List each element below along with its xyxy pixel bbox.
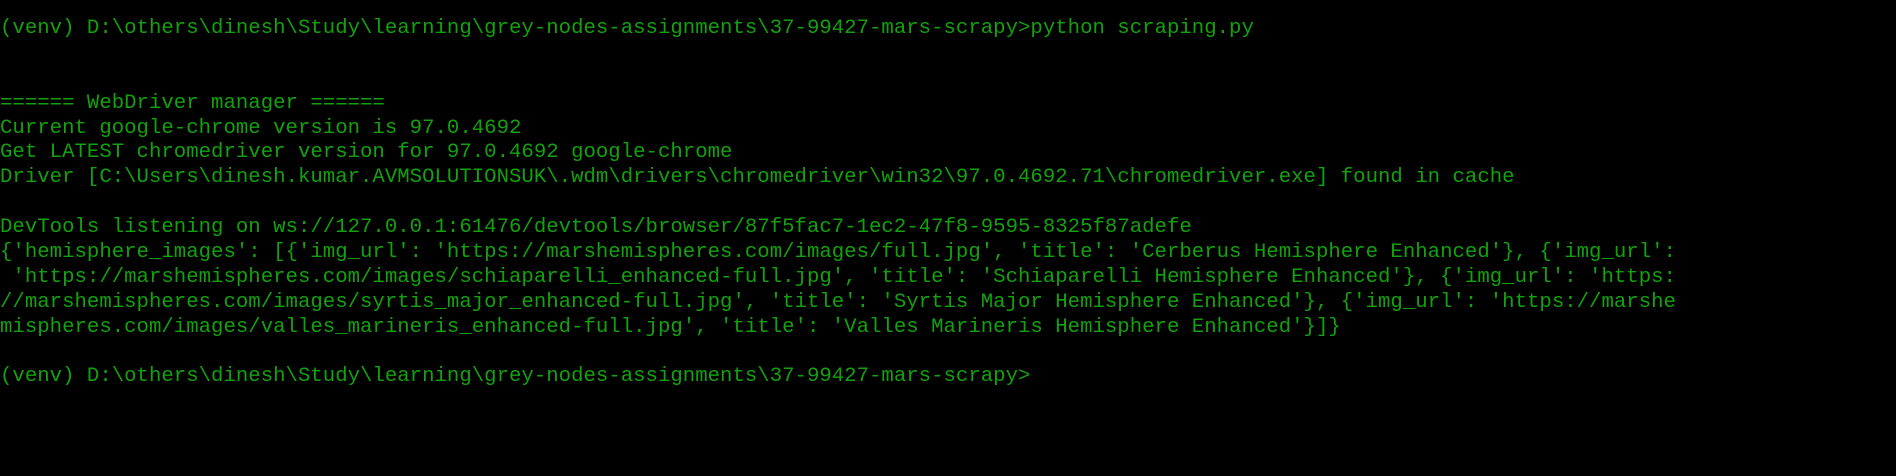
output-line-chrome-version: Current google-chrome version is 97.0.46… [0, 116, 522, 140]
output-line-result: //marshemispheres.com/images/syrtis_majo… [0, 290, 1676, 314]
command-line: (venv) D:\others\dinesh\Study\learning\g… [0, 17, 1254, 40]
output-line-result: 'https://marshemispheres.com/images/schi… [0, 265, 1676, 289]
output-line-webdriver-header: ====== WebDriver manager ====== [0, 91, 385, 115]
output-line-driver-cache: Driver [C:\Users\dinesh.kumar.AVMSOLUTIO… [0, 166, 1515, 190]
output-line-latest-chromedriver: Get LATEST chromedriver version for 97.0… [0, 141, 733, 165]
output-line-result: mispheres.com/images/valles_marineris_en… [0, 315, 1341, 339]
prompt-line[interactable]: (venv) D:\others\dinesh\Study\learning\g… [0, 365, 1896, 390]
terminal-window[interactable]: (venv) D:\others\dinesh\Study\learning\g… [0, 0, 1896, 476]
output-line-devtools: DevTools listening on ws://127.0.0.1:614… [0, 216, 1192, 240]
output-line-result: {'hemisphere_images': [{'img_url': 'http… [0, 241, 1676, 265]
